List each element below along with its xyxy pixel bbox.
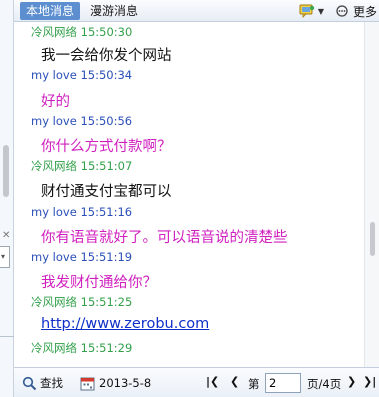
search-button[interactable]: 查找 [22,374,63,392]
collapse-icon[interactable]: ✕ [2,230,10,241]
tab-bar: 本地消息 漫游消息 ▼ 更多 [14,0,379,22]
neighbor-scrollbar-thumb[interactable] [3,145,9,197]
dropdown-caret-icon[interactable]: ▼ [318,7,324,16]
message-header: 冷风网络 15:51:25 [31,295,133,309]
message-header: my love 15:51:19 [31,250,133,264]
message-header: 冷风网络 15:50:30 [31,25,133,39]
more-button[interactable]: 更多 [353,3,377,20]
message-list: 冷风网络 15:50:30 我一会给你发个网站 my love 15:50:34… [14,22,364,367]
date-label: 2013-5-8 [99,376,152,390]
message-text: 我一会给你发个网站 [41,48,172,64]
chat-history-window: ✕ ▾ 本地消息 漫游消息 ▼ 更多 冷风网络 15:50:30 我一会给你发个… [0,0,379,397]
more-icon[interactable] [334,4,350,18]
page-number-input[interactable] [265,373,301,393]
message-text: 财付通支付宝都可以 [41,184,172,200]
message-text: 好的 [41,94,70,110]
message-header: 冷风网络 15:51:07 [31,159,133,173]
message-header: my love 15:50:56 [31,114,133,128]
tab-local-messages[interactable]: 本地消息 [20,2,81,20]
tab-roaming-messages[interactable]: 漫游消息 [84,2,144,20]
prev-page-icon[interactable]: ❮ [230,375,239,388]
page-prefix: 第 [248,377,260,391]
message-text: 我发财付通给你？ [41,275,157,291]
message-header: my love 15:51:16 [31,205,133,219]
neighbor-field-arrow-icon[interactable]: ▾ [1,252,5,261]
calendar-icon [80,377,95,390]
page-suffix: 页/4页 [307,377,342,391]
next-page-icon[interactable]: ❯ [347,375,356,388]
toolbar-right: ▼ 更多 [299,2,377,20]
message-scrollbar-thumb[interactable] [370,222,375,256]
neighbor-window-edge: ✕ ▾ [0,0,14,397]
search-icon [22,376,37,390]
search-label: 查找 [40,376,63,390]
last-page-icon[interactable]: ❯| [363,375,376,388]
message-text: 你什么方式付款啊？ [41,139,172,155]
message-header: 冷风网络 15:51:29 [31,341,133,355]
message-scrollbar[interactable] [364,22,379,367]
first-page-icon[interactable]: |❮ [206,375,219,388]
chat-bubble-icon[interactable] [299,4,315,18]
neighbor-divider [0,336,14,337]
message-text: 你有语音就好了。可以语音说的清楚些 [41,230,288,246]
date-picker[interactable]: 2013-5-8 [80,374,151,392]
footer-bar: 查找 2013-5-8 |❮ ❮ 第 页/4页 ❯ ❯| [14,367,379,397]
message-link[interactable]: http://www.zerobu.com [41,316,209,332]
message-header: my love 15:50:34 [31,68,133,82]
